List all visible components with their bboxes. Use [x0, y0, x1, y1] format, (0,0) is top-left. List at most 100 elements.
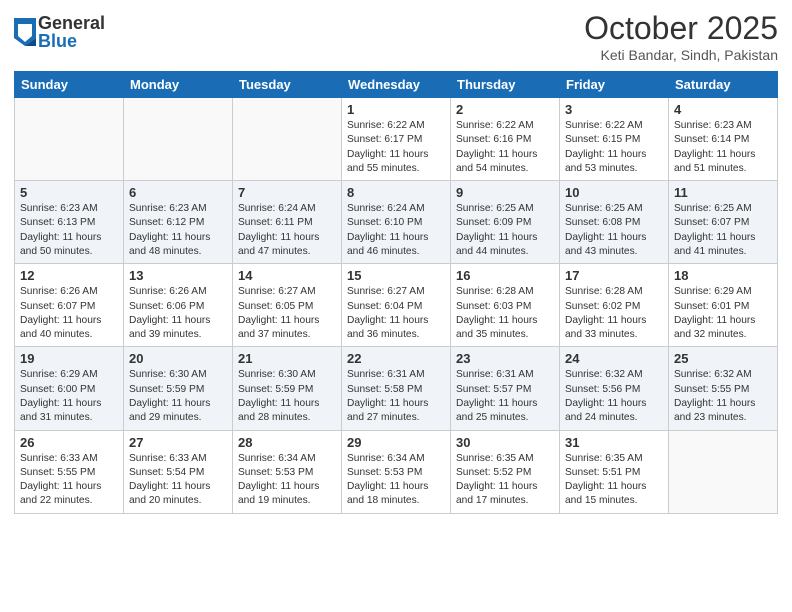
- table-row: 17Sunrise: 6:28 AM Sunset: 6:02 PM Dayli…: [560, 264, 669, 347]
- table-row: 16 Sunrise: 6:28 AM Sunset: 6:03 PM Dayli…: [451, 264, 560, 347]
- weekday-header-row: Sunday Monday Tuesday Wednesday Thursday…: [15, 72, 778, 98]
- table-row: 13 Sunrise: 6:26 AM Sunset: 6:06 PM Dayli…: [124, 264, 233, 347]
- day-number: 12: [20, 268, 118, 283]
- day-info: Sunrise: 6:26 AM Sunset: 6:07 PM Dayligh…: [20, 285, 118, 342]
- day-info: Sunrise: 6:29 AM Sunset: 6:01 PM Dayligh…: [674, 285, 772, 342]
- day-number: 21: [238, 351, 336, 366]
- month-title: October 2025: [584, 10, 778, 47]
- table-row: 18 Sunrise: 6:29 AM Sunset: 6:01 PM Dayli…: [669, 264, 778, 347]
- table-row: 29 Sunrise: 6:34 AM Sunset: 5:53 PM Dayli…: [342, 430, 451, 513]
- day-number: 15: [347, 268, 445, 283]
- location: Keti Bandar, Sindh, Pakistan: [584, 47, 778, 63]
- day-number: 27: [129, 435, 227, 450]
- day-number: 11: [674, 185, 772, 200]
- table-row: 19Sunrise: 6:29 AM Sunset: 6:00 PM Dayli…: [15, 347, 124, 430]
- logo-text: General Blue: [38, 14, 105, 50]
- day-number: 24: [565, 351, 663, 366]
- calendar-week-row: 5Sunrise: 6:23 AM Sunset: 6:13 PM Daylig…: [15, 181, 778, 264]
- day-info: Sunrise: 6:25 AM Sunset: 6:07 PM Dayligh…: [674, 202, 772, 259]
- day-number: 25: [674, 351, 772, 366]
- day-info: Sunrise: 6:35 AM Sunset: 5:51 PM Dayligh…: [565, 452, 663, 509]
- day-info: Sunrise: 6:32 AM Sunset: 5:56 PM Dayligh…: [565, 368, 663, 425]
- table-row: 14 Sunrise: 6:27 AM Sunset: 6:05 PM Dayli…: [233, 264, 342, 347]
- table-row: 12 Sunrise: 6:26 AM Sunset: 6:07 PM Dayli…: [15, 264, 124, 347]
- day-info: Sunrise: 6:33 AM Sunset: 5:54 PM Dayligh…: [129, 452, 227, 509]
- day-info: Sunrise: 6:26 AM Sunset: 6:06 PM Dayligh…: [129, 285, 227, 342]
- day-info: Sunrise: 6:23 AM Sunset: 6:12 PM Dayligh…: [129, 202, 227, 259]
- table-row: 10Sunrise: 6:25 AM Sunset: 6:08 PM Dayli…: [560, 181, 669, 264]
- day-number: 31: [565, 435, 663, 450]
- day-info: Sunrise: 6:25 AM Sunset: 6:08 PM Dayligh…: [565, 202, 663, 259]
- header-sunday: Sunday: [15, 72, 124, 98]
- day-number: 22: [347, 351, 445, 366]
- day-info: Sunrise: 6:22 AM Sunset: 6:16 PM Dayligh…: [456, 119, 554, 176]
- table-row: 9 Sunrise: 6:25 AM Sunset: 6:09 PM Daylig…: [451, 181, 560, 264]
- table-row: [233, 98, 342, 181]
- day-info: Sunrise: 6:24 AM Sunset: 6:11 PM Dayligh…: [238, 202, 336, 259]
- day-info: Sunrise: 6:25 AM Sunset: 6:09 PM Dayligh…: [456, 202, 554, 259]
- day-number: 4: [674, 102, 772, 117]
- day-number: 9: [456, 185, 554, 200]
- day-info: Sunrise: 6:24 AM Sunset: 6:10 PM Dayligh…: [347, 202, 445, 259]
- day-info: Sunrise: 6:31 AM Sunset: 5:58 PM Dayligh…: [347, 368, 445, 425]
- table-row: 6 Sunrise: 6:23 AM Sunset: 6:12 PM Daylig…: [124, 181, 233, 264]
- header-thursday: Thursday: [451, 72, 560, 98]
- table-row: 20Sunrise: 6:30 AM Sunset: 5:59 PM Dayli…: [124, 347, 233, 430]
- table-row: [669, 430, 778, 513]
- calendar-week-row: 26Sunrise: 6:33 AM Sunset: 5:55 PM Dayli…: [15, 430, 778, 513]
- day-number: 13: [129, 268, 227, 283]
- table-row: 24 Sunrise: 6:32 AM Sunset: 5:56 PM Dayli…: [560, 347, 669, 430]
- day-info: Sunrise: 6:35 AM Sunset: 5:52 PM Dayligh…: [456, 452, 554, 509]
- day-number: 1: [347, 102, 445, 117]
- table-row: [124, 98, 233, 181]
- table-row: 28Sunrise: 6:34 AM Sunset: 5:53 PM Dayli…: [233, 430, 342, 513]
- day-number: 7: [238, 185, 336, 200]
- table-row: 15 Sunrise: 6:27 AM Sunset: 6:04 PM Dayli…: [342, 264, 451, 347]
- logo-blue-text: Blue: [38, 32, 105, 50]
- day-info: Sunrise: 6:27 AM Sunset: 6:04 PM Dayligh…: [347, 285, 445, 342]
- table-row: 31 Sunrise: 6:35 AM Sunset: 5:51 PM Dayli…: [560, 430, 669, 513]
- day-number: 30: [456, 435, 554, 450]
- day-info: Sunrise: 6:27 AM Sunset: 6:05 PM Dayligh…: [238, 285, 336, 342]
- table-row: 1 Sunrise: 6:22 AM Sunset: 6:17 PM Daylig…: [342, 98, 451, 181]
- table-row: 11 Sunrise: 6:25 AM Sunset: 6:07 PM Dayli…: [669, 181, 778, 264]
- day-number: 29: [347, 435, 445, 450]
- header-wednesday: Wednesday: [342, 72, 451, 98]
- header-monday: Monday: [124, 72, 233, 98]
- day-number: 3: [565, 102, 663, 117]
- day-number: 6: [129, 185, 227, 200]
- table-row: 2 Sunrise: 6:22 AM Sunset: 6:16 PM Daylig…: [451, 98, 560, 181]
- table-row: 30 Sunrise: 6:35 AM Sunset: 5:52 PM Dayli…: [451, 430, 560, 513]
- calendar-week-row: 19Sunrise: 6:29 AM Sunset: 6:00 PM Dayli…: [15, 347, 778, 430]
- day-number: 23: [456, 351, 554, 366]
- table-row: 3Sunrise: 6:22 AM Sunset: 6:15 PM Daylig…: [560, 98, 669, 181]
- page-container: General Blue October 2025 Keti Bandar, S…: [0, 0, 792, 612]
- header-saturday: Saturday: [669, 72, 778, 98]
- day-number: 26: [20, 435, 118, 450]
- day-info: Sunrise: 6:23 AM Sunset: 6:14 PM Dayligh…: [674, 119, 772, 176]
- day-info: Sunrise: 6:34 AM Sunset: 5:53 PM Dayligh…: [347, 452, 445, 509]
- day-number: 16: [456, 268, 554, 283]
- day-number: 18: [674, 268, 772, 283]
- logo-general-text: General: [38, 14, 105, 32]
- table-row: 8 Sunrise: 6:24 AM Sunset: 6:10 PM Daylig…: [342, 181, 451, 264]
- calendar-week-row: 1 Sunrise: 6:22 AM Sunset: 6:17 PM Daylig…: [15, 98, 778, 181]
- day-number: 14: [238, 268, 336, 283]
- table-row: 25 Sunrise: 6:32 AM Sunset: 5:55 PM Dayli…: [669, 347, 778, 430]
- day-info: Sunrise: 6:34 AM Sunset: 5:53 PM Dayligh…: [238, 452, 336, 509]
- header: General Blue October 2025 Keti Bandar, S…: [14, 10, 778, 63]
- day-info: Sunrise: 6:28 AM Sunset: 6:03 PM Dayligh…: [456, 285, 554, 342]
- logo: General Blue: [14, 14, 105, 50]
- day-number: 8: [347, 185, 445, 200]
- header-tuesday: Tuesday: [233, 72, 342, 98]
- day-info: Sunrise: 6:30 AM Sunset: 5:59 PM Dayligh…: [238, 368, 336, 425]
- logo-icon: [14, 18, 36, 46]
- table-row: 5Sunrise: 6:23 AM Sunset: 6:13 PM Daylig…: [15, 181, 124, 264]
- table-row: [15, 98, 124, 181]
- table-row: 27 Sunrise: 6:33 AM Sunset: 5:54 PM Dayli…: [124, 430, 233, 513]
- day-info: Sunrise: 6:29 AM Sunset: 6:00 PM Dayligh…: [20, 368, 118, 425]
- day-number: 2: [456, 102, 554, 117]
- day-info: Sunrise: 6:22 AM Sunset: 6:17 PM Dayligh…: [347, 119, 445, 176]
- day-info: Sunrise: 6:31 AM Sunset: 5:57 PM Dayligh…: [456, 368, 554, 425]
- day-info: Sunrise: 6:32 AM Sunset: 5:55 PM Dayligh…: [674, 368, 772, 425]
